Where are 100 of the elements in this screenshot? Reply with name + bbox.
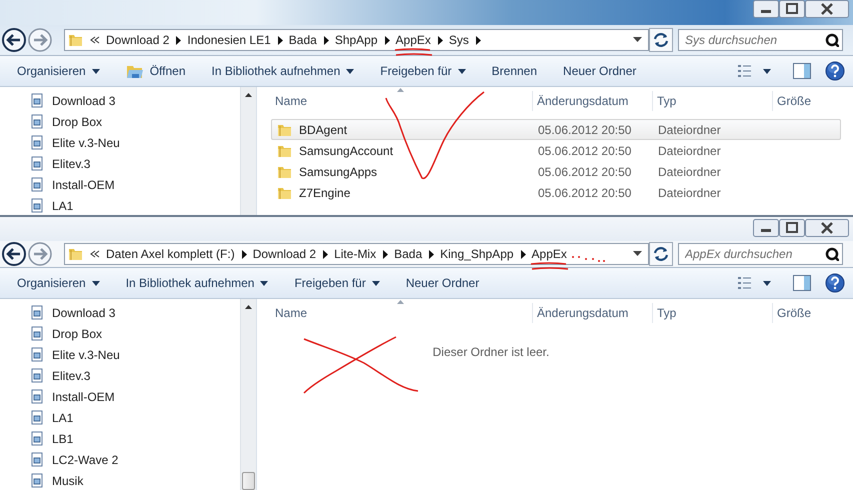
column-header[interactable]: Typ — [653, 91, 773, 111]
folder-icon — [68, 246, 84, 262]
address-bar[interactable]: Daten Axel komplett (F:) Download 2 Lite-Mix Bada King_ShpApp AppEx — [64, 243, 649, 265]
file-name: SamsungApps — [299, 164, 378, 178]
arrow-icon — [384, 36, 390, 44]
breadcrumb[interactable]: Sys — [448, 33, 469, 47]
dropdown-button[interactable]: Organisieren — [8, 60, 109, 82]
arrow-icon — [520, 250, 526, 258]
folder-icon — [68, 32, 84, 48]
toolbar-button[interactable]: Neuer Ordner — [396, 272, 488, 294]
scroll-up-icon — [245, 93, 252, 97]
file-name: Z7Engine — [299, 186, 350, 200]
type-cell-text: Dateiordner — [657, 144, 722, 158]
folder-icon — [126, 63, 144, 79]
sort-arrow-icon — [397, 88, 404, 92]
breadcrumb[interactable]: Lite-Mix — [334, 247, 376, 261]
navigation-item[interactable]: Install-OEM — [0, 386, 240, 407]
arrow-icon — [322, 250, 328, 258]
scroll-thumb[interactable] — [242, 472, 255, 490]
dropdown-button[interactable]: Freigeben für — [285, 272, 389, 294]
search-icon — [825, 33, 839, 47]
dropdown-button[interactable]: In Bibliothek aufnehmen — [202, 60, 364, 82]
scrollbar[interactable] — [240, 87, 256, 215]
date-cell-text: 05.06.2012 20:50 — [537, 144, 632, 158]
open-button[interactable]: Öffnen — [116, 59, 195, 83]
column-header[interactable]: Größe — [773, 303, 853, 323]
breadcrumb[interactable]: Download 2 — [106, 33, 170, 47]
navigation-item[interactable]: LA1 — [0, 407, 240, 428]
view-options-button[interactable] — [737, 63, 773, 79]
preview-pane-button[interactable] — [793, 63, 811, 79]
caret-icon — [260, 280, 268, 286]
file-row[interactable]: Z7Engine 05.06.2012 20:50 Dateiordner — [271, 182, 841, 203]
breadcrumb[interactable]: Indonesien LE1 — [187, 33, 271, 47]
type-cell-text: Dateiordner — [657, 122, 722, 136]
back-button[interactable] — [2, 28, 26, 52]
caret-icon — [633, 37, 642, 43]
preview-pane-button[interactable] — [793, 275, 811, 291]
navigation-item[interactable]: Download 3 — [0, 90, 240, 111]
navigation-item[interactable]: LC2-Wave 2 — [0, 449, 240, 470]
column-header[interactable]: Typ — [653, 303, 773, 323]
maximize-button[interactable] — [779, 0, 805, 18]
navigation-item[interactable]: LB1 — [0, 428, 240, 449]
navigation-item[interactable]: Drop Box — [0, 111, 240, 132]
arrow-icon — [175, 36, 182, 44]
navigation-item[interactable]: Elitev.3 — [0, 153, 240, 174]
navigation-item[interactable]: Elitev.3 — [0, 365, 240, 386]
file-row[interactable]: BDAgent 05.06.2012 20:50 Dateiordner — [271, 119, 841, 140]
maximize-button[interactable] — [779, 219, 805, 237]
navigation-item[interactable]: Drop Box — [0, 323, 240, 344]
breadcrumb[interactable]: AppEx — [396, 33, 431, 47]
breadcrumb[interactable]: ShpApp — [334, 33, 378, 47]
navigation-item[interactable]: Musik — [0, 470, 240, 490]
address-bar[interactable]: Download 2 Indonesien LE1 Bada ShpApp AppEx Sys — [64, 29, 649, 51]
breadcrumb[interactable]: Download 2 — [252, 247, 316, 261]
navigation-item[interactable]: Download 3 — [0, 302, 240, 323]
dropdown-button[interactable]: Freigeben für — [371, 60, 475, 82]
toolbar-button[interactable]: Neuer Ordner — [554, 60, 646, 82]
back-button[interactable] — [2, 242, 26, 266]
arrow-icon — [240, 250, 247, 258]
refresh-button[interactable] — [649, 242, 673, 266]
arrow-icon — [276, 36, 283, 44]
toolbar-button[interactable]: Brennen — [482, 60, 546, 82]
dropdown-button[interactable]: Organisieren — [8, 272, 109, 294]
type-cell-text: Dateiordner — [657, 186, 722, 200]
column-header[interactable]: Änderungsdatum — [533, 91, 653, 111]
caret-icon — [346, 68, 354, 74]
file-name: SamsungAccount — [299, 144, 394, 158]
help-icon[interactable] — [825, 273, 845, 293]
scrollbar[interactable] — [240, 299, 256, 490]
breadcrumb[interactable]: Bada — [394, 247, 422, 261]
arrow-icon — [322, 36, 329, 44]
caret-icon — [458, 68, 466, 74]
dropdown-button[interactable]: In Bibliothek aufnehmen — [116, 272, 278, 294]
double-chevron-icon — [90, 35, 100, 45]
file-row[interactable]: SamsungApps 05.06.2012 20:50 Dateiordner — [271, 161, 841, 182]
file-name: BDAgent — [299, 122, 348, 136]
close-button[interactable] — [805, 219, 849, 237]
column-header[interactable]: Änderungsdatum — [533, 303, 653, 323]
arrow-icon — [436, 36, 443, 44]
type-cell-text: Dateiordner — [657, 164, 722, 178]
breadcrumb[interactable]: Daten Axel komplett (F:) — [106, 247, 235, 261]
view-options-button[interactable] — [737, 275, 773, 291]
breadcrumb[interactable]: AppEx — [532, 247, 567, 261]
navigation-item[interactable]: Install-OEM — [0, 174, 240, 195]
file-row[interactable]: SamsungAccount 05.06.2012 20:50 Dateiordner — [271, 140, 841, 161]
close-button[interactable] — [805, 0, 849, 18]
column-header[interactable]: Größe — [773, 91, 853, 111]
navigation-item[interactable]: Elite v.3-Neu — [0, 344, 240, 365]
refresh-button[interactable] — [649, 28, 673, 52]
navigation-item[interactable]: LA1 — [0, 195, 240, 215]
minimize-button[interactable] — [753, 0, 779, 18]
minimize-button[interactable] — [753, 219, 779, 237]
breadcrumb[interactable]: King_ShpApp — [440, 247, 514, 261]
scroll-up-icon — [245, 305, 252, 309]
breadcrumb[interactable]: Bada — [288, 33, 317, 47]
help-icon[interactable] — [825, 61, 845, 81]
search-field[interactable]: Sys durchsuchen — [678, 29, 843, 51]
date-cell-text: 05.06.2012 20:50 — [537, 164, 632, 178]
caret-icon — [92, 280, 100, 286]
navigation-item[interactable]: Elite v.3-Neu — [0, 132, 240, 153]
